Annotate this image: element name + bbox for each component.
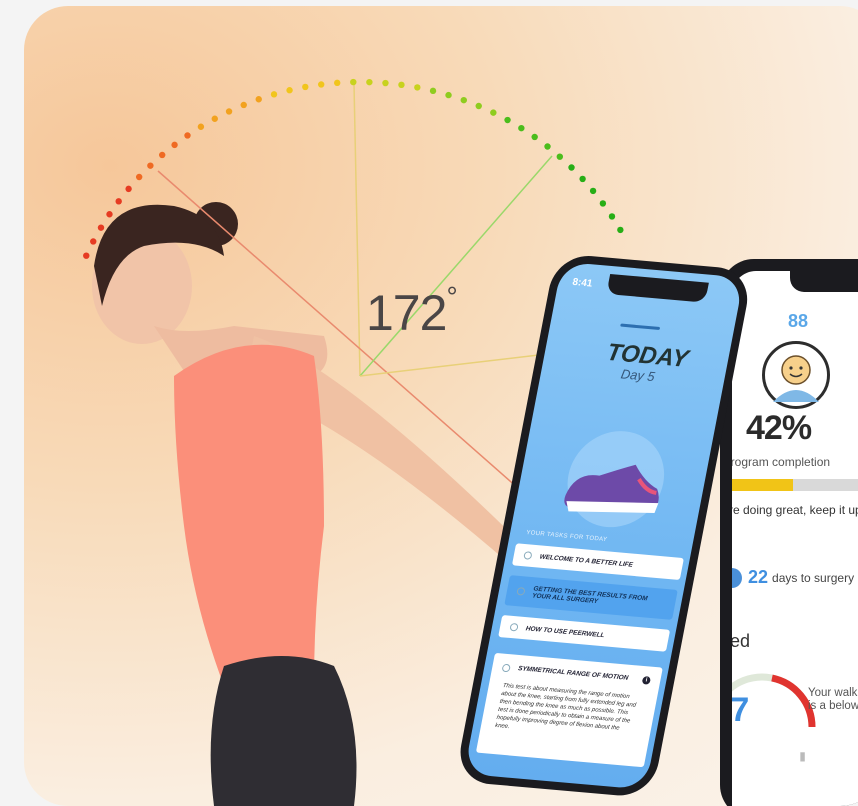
speed-description: Your walki speed is a below [808,687,858,712]
task-status-icon [516,586,526,596]
tasks-heading: YOUR TASKS FOR TODAY [525,530,608,544]
days-to-surgery: 22 days to surgery [732,567,854,588]
arc-dot [599,200,607,207]
brand-logo-icon: 88 [788,311,809,331]
day-subtitle: Day 5 [619,366,657,385]
chat-icon[interactable]: ▮ [799,749,806,763]
arc-dot [589,187,597,195]
task-card[interactable]: WELCOME TO A BETTER LIFE [511,543,684,581]
status-time: 8:41 [571,276,594,290]
arc-dot [350,78,357,86]
arc-dot [544,143,551,150]
smiley-avatar-icon [773,355,819,402]
arc-dot [115,198,122,205]
arc-dot [579,175,586,183]
days-label: days to surgery [772,570,855,585]
arc-dot [125,185,132,193]
completion-progress-bar [732,479,858,491]
task-status-icon [523,551,533,560]
arc-dot [460,96,467,104]
hero-card: 172° 88 42% program completion u're doin… [24,6,858,806]
angle-value: 172 [366,285,447,341]
task-status-icon [509,622,519,632]
phone-notch [606,273,709,303]
arc-dot [334,79,341,87]
arc-dot [197,123,205,130]
arc-dot [225,108,233,115]
bottom-nav: ● ▮ [732,749,858,763]
arc-dot [171,141,178,149]
phone-body: 8:41 TODAY Day 5 YOUR TASKS FOR TODAY WE… [454,253,754,799]
arc-dot [617,226,624,234]
arc-dot [504,116,511,124]
arc-dot [270,91,278,98]
arc-dot [429,87,437,95]
arc-dot [211,115,218,122]
angle-readout: 172° [366,281,458,342]
task-card-active[interactable]: GETTING THE BEST RESULTS FROM YOUR ALL S… [504,575,678,620]
phone-notch [790,271,858,292]
arc-dot [240,101,247,109]
completion-label: program completion [732,455,831,469]
arc-dot [97,224,105,231]
angle-line-vertical [353,83,361,377]
arc-dot [302,83,309,91]
arc-dot [158,151,166,159]
task-label: GETTING THE BEST RESULTS FROM YOUR ALL S… [531,585,649,606]
arc-dot [518,124,525,132]
arc-dot [445,91,452,99]
info-icon[interactable]: i [641,676,652,685]
drag-handle[interactable] [620,323,661,331]
arc-dot [414,84,421,91]
today-phone: 8:41 TODAY Day 5 YOUR TASKS FOR TODAY WE… [454,253,754,806]
arc-dot [382,79,389,87]
arc-dot [608,213,616,220]
arc-dot [568,164,575,171]
task-label: SYMMETRICAL RANGE OF MOTION [517,665,629,682]
task-card[interactable]: HOW TO USE PEERWELL [498,615,671,652]
days-value: 22 [748,567,769,587]
arc-dot [135,173,143,181]
progress-screen: 88 42% program completion u're doing gre… [732,271,858,806]
arc-dot [106,211,113,218]
today-screen: 8:41 TODAY Day 5 YOUR TASKS FOR TODAY WE… [463,261,744,790]
arc-dot [318,81,325,88]
arc-dot [366,78,373,86]
degree-symbol: ° [446,281,457,313]
arc-dot [184,132,191,139]
avatar[interactable] [762,341,830,409]
completion-percent: 42% [746,409,812,447]
task-label: HOW TO USE PEERWELL [525,624,606,639]
arc-dot [90,238,97,245]
sneaker-icon [564,431,665,528]
arc-dot [490,109,497,116]
arc-dot [255,96,262,103]
task-status-icon [501,663,511,673]
arc-dot [475,102,482,110]
arc-dot [398,81,405,89]
arc-dot [286,87,293,94]
arc-dot [531,133,538,141]
arc-dot [556,153,564,160]
arc-dot [147,162,154,169]
arc-dot [83,252,90,259]
encouragement-text: u're doing great, keep it up [732,503,858,517]
task-label: WELCOME TO A BETTER LIFE [539,553,634,569]
